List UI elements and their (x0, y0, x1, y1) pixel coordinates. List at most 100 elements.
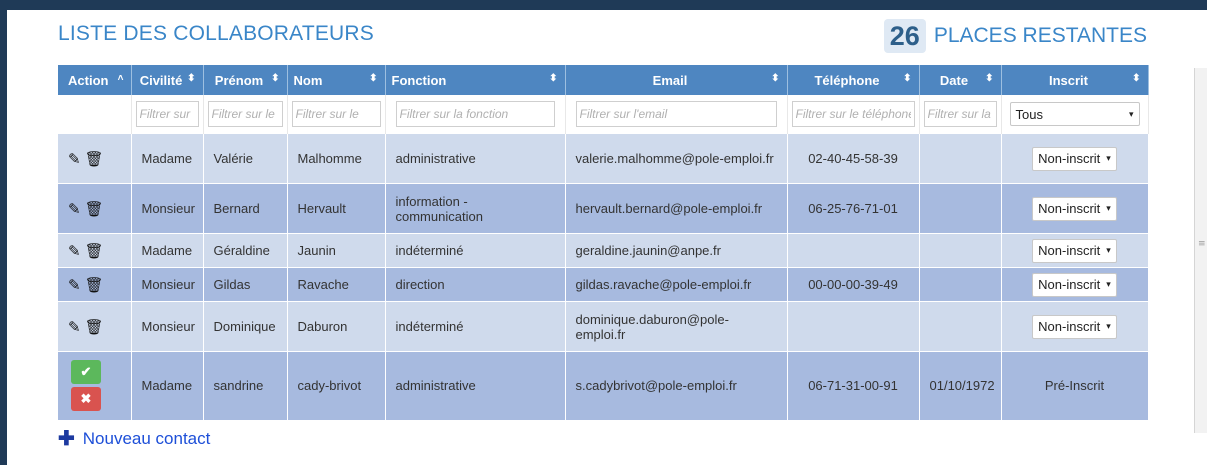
cell-civilite: Monsieur (131, 267, 204, 302)
chevron-down-icon: ▾ (1106, 153, 1111, 163)
filter-civilite-input[interactable] (135, 101, 199, 127)
cell-nom: Malhomme (287, 133, 386, 184)
table-row[interactable]: ✎ 🗑 Madame Valérie Malhomme administrativ… (58, 133, 1149, 184)
cell-prenom: Bernard (203, 183, 288, 234)
column-header-telephone[interactable]: Téléphone ⬍ (787, 65, 920, 95)
inscrit-select[interactable]: Non-inscrit ▾ (1032, 238, 1117, 263)
cell-prenom: sandrine (203, 351, 288, 420)
cell-date (919, 183, 1002, 234)
cell-telephone (787, 233, 920, 268)
cell-fonction: information - communication (385, 183, 566, 234)
cell-fonction: administrative (385, 133, 566, 184)
cell-telephone: 02-40-45-58-39 (787, 133, 920, 184)
pencil-icon[interactable]: ✎ (68, 150, 81, 168)
inscrit-select[interactable]: Non-inscrit ▾ (1032, 272, 1117, 297)
cell-civilite: Madame (131, 133, 204, 184)
table-row-editing[interactable]: ✔ ✖ Madame sandrine cady-brivot administ… (58, 351, 1149, 420)
pencil-icon[interactable]: ✎ (68, 318, 81, 336)
pencil-icon[interactable]: ✎ (68, 200, 81, 218)
new-contact-link[interactable]: ✚ Nouveau contact (58, 426, 210, 451)
filter-email-input[interactable] (575, 101, 777, 127)
chevron-down-icon: ▾ (1106, 321, 1111, 331)
page-title: LISTE DES COLLABORATEURS (58, 22, 374, 45)
filter-prenom-input[interactable] (207, 101, 283, 127)
column-header-date[interactable]: Date ⬍ (919, 65, 1002, 95)
sort-icon[interactable]: ⬍ (985, 73, 993, 84)
column-header-fonction[interactable]: Fonction ⬍ (385, 65, 566, 95)
column-header-action[interactable]: Action ˄ (58, 65, 132, 95)
table-row[interactable]: ✎ 🗑 Madame Géraldine Jaunin indéterminé g… (58, 233, 1149, 268)
cell-fonction: direction (385, 267, 566, 302)
trash-icon[interactable]: 🗑 (85, 242, 104, 260)
sort-icon[interactable]: ⬍ (771, 73, 779, 84)
cell-nom: Daburon (287, 301, 386, 352)
filter-date-input[interactable] (923, 101, 997, 127)
column-header-email[interactable]: Email ⬍ (565, 65, 788, 95)
column-header-prenom[interactable]: Prénom ⬍ (203, 65, 288, 95)
sort-icon[interactable]: ⬍ (187, 73, 195, 84)
sort-icon[interactable]: ⬍ (369, 73, 377, 84)
cell-civilite: Madame (131, 351, 204, 420)
sort-asc-icon[interactable]: ˄ (118, 73, 124, 84)
inscrit-select[interactable]: Non-inscrit ▾ (1032, 314, 1117, 339)
sort-icon[interactable]: ⬍ (903, 73, 911, 84)
cell-prenom: Gildas (203, 267, 288, 302)
header-row: Action ˄ Civilité ⬍ Prénom ⬍ Nom ⬍ Fonction ⬍… (58, 65, 1149, 95)
places-remaining: 26 PLACES RESTANTES (883, 19, 1147, 53)
cell-date (919, 133, 1002, 184)
new-contact-label: Nouveau contact (82, 428, 211, 448)
cell-email: dominique.daburon@pole-emploi.fr (565, 301, 788, 352)
chevron-down-icon: ▾ (1128, 108, 1134, 119)
pencil-icon[interactable]: ✎ (68, 242, 81, 260)
cell-nom: Jaunin (287, 233, 386, 268)
cell-telephone: 06-25-76-71-01 (787, 183, 920, 234)
filter-fonction-input[interactable] (395, 101, 555, 127)
trash-icon[interactable]: 🗑 (85, 318, 104, 336)
chevron-down-icon: ▾ (1106, 245, 1111, 255)
cell-prenom: Valérie (203, 133, 288, 184)
table-row[interactable]: ✎ 🗑 Monsieur Dominique Daburon indétermin… (58, 301, 1149, 352)
trash-icon[interactable]: 🗑 (85, 276, 104, 294)
cell-civilite: Madame (131, 233, 204, 268)
scrollbar-grip-icon[interactable]: ≡ (1198, 240, 1206, 258)
trash-icon[interactable]: 🗑 (85, 200, 104, 218)
table-row[interactable]: ✎ 🗑 Monsieur Bernard Hervault information… (58, 183, 1149, 234)
cell-email: hervault.bernard@pole-emploi.fr (565, 183, 788, 234)
pencil-icon[interactable]: ✎ (68, 276, 81, 294)
chevron-down-icon: ▾ (1106, 203, 1111, 213)
cell-fonction: administrative (385, 351, 566, 420)
column-header-nom[interactable]: Nom ⬍ (287, 65, 386, 95)
cancel-button[interactable]: ✖ (71, 387, 101, 412)
cell-nom: Ravache (287, 267, 386, 302)
cell-email: geraldine.jaunin@anpe.fr (565, 233, 788, 268)
cell-civilite: Monsieur (131, 301, 204, 352)
sort-icon[interactable]: ⬍ (549, 73, 557, 84)
trash-icon[interactable]: 🗑 (85, 150, 104, 168)
filter-telephone-input[interactable] (791, 101, 915, 127)
filter-inscrit-select[interactable]: Tous ▾ (1009, 102, 1140, 126)
cell-date (919, 267, 1002, 302)
column-header-civilite[interactable]: Civilité ⬍ (131, 65, 204, 95)
cell-email: gildas.ravache@pole-emploi.fr (565, 267, 788, 302)
filter-nom-input[interactable] (291, 101, 381, 127)
cell-telephone: 00-00-00-39-49 (787, 267, 920, 302)
sort-icon[interactable]: ⬍ (1132, 73, 1140, 84)
chevron-down-icon: ▾ (1106, 279, 1111, 289)
sort-icon[interactable]: ⬍ (271, 73, 279, 84)
inscrit-select[interactable]: Non-inscrit ▾ (1032, 196, 1117, 221)
column-header-inscrit[interactable]: Inscrit ⬍ (1001, 65, 1149, 95)
cell-fonction: indéterminé (385, 233, 566, 268)
top-bar (0, 0, 1207, 10)
collaborators-table: Action ˄ Civilité ⬍ Prénom ⬍ Nom ⬍ Fonction ⬍… (58, 65, 1149, 420)
cell-email: valerie.malhomme@pole-emploi.fr (565, 133, 788, 184)
places-label: PLACES RESTANTES (933, 24, 1147, 47)
plus-icon: ✚ (58, 428, 75, 450)
confirm-button[interactable]: ✔ (71, 360, 101, 385)
cell-prenom: Dominique (203, 301, 288, 352)
inscrit-select[interactable]: Non-inscrit ▾ (1032, 146, 1117, 171)
filter-row: Tous▾ (58, 95, 1149, 134)
cell-prenom: Géraldine (203, 233, 288, 268)
check-icon: ✔ (80, 364, 92, 380)
cell-date: 01/10/1972 (919, 351, 1002, 420)
table-row[interactable]: ✎ 🗑 Monsieur Gildas Ravache direction gil… (58, 267, 1149, 302)
